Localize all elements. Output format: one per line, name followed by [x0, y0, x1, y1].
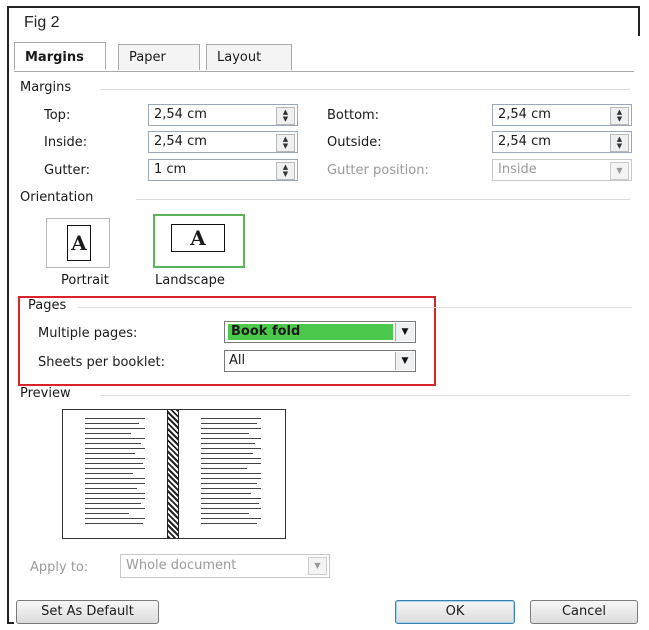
- chevron-down-icon[interactable]: ▼: [395, 352, 414, 370]
- portrait-option[interactable]: A: [46, 218, 110, 268]
- margins-section-title: Margins: [20, 80, 630, 95]
- portrait-label[interactable]: Portrait: [61, 273, 109, 288]
- multiple-pages-value: Book fold: [228, 324, 393, 340]
- cancel-button[interactable]: Cancel: [530, 600, 638, 624]
- tab-layout[interactable]: Layout: [206, 44, 292, 70]
- gutter-position-value: Inside: [498, 162, 537, 177]
- bottom-margin-value: 2,54 cm: [498, 107, 551, 122]
- margins-section-label: Margins: [20, 80, 72, 95]
- spin-arrows-icon[interactable]: ▲ ▼: [610, 107, 629, 125]
- tab-paper[interactable]: Paper: [118, 44, 200, 70]
- spin-arrows-icon[interactable]: ▲ ▼: [276, 162, 295, 180]
- chevron-down-icon[interactable]: ▼: [308, 557, 327, 575]
- gutter-position-select[interactable]: Inside ▼: [492, 159, 632, 181]
- figure-label: Fig 2: [24, 14, 60, 31]
- section-divider: [100, 395, 630, 396]
- section-divider: [136, 199, 630, 200]
- top-label: Top:: [44, 108, 71, 123]
- orientation-section-title: Orientation: [20, 190, 630, 205]
- chevron-down-icon[interactable]: ▼: [395, 323, 414, 341]
- section-divider: [78, 307, 632, 308]
- preview-section-label: Preview: [20, 386, 71, 401]
- gutter-label: Gutter:: [44, 163, 91, 178]
- apply-to-label: Apply to:: [30, 560, 89, 575]
- sheets-per-booklet-label: Sheets per booklet:: [38, 355, 165, 370]
- outside-label: Outside:: [327, 135, 382, 150]
- spin-arrows-icon[interactable]: ▲ ▼: [610, 134, 629, 152]
- ok-button[interactable]: OK: [395, 600, 515, 624]
- preview-section-title: Preview: [20, 386, 630, 401]
- inside-margin-value: 2,54 cm: [154, 134, 207, 149]
- chevron-down-icon[interactable]: ▼: [610, 162, 629, 180]
- portrait-page-icon: A: [67, 225, 91, 261]
- set-as-default-button[interactable]: Set As Default: [16, 600, 159, 624]
- gutter-spinner[interactable]: 1 cm ▲ ▼: [148, 159, 298, 181]
- gutter-position-label: Gutter position:: [327, 163, 429, 178]
- multiple-pages-select[interactable]: Book fold ▼: [224, 321, 416, 343]
- gutter-value: 1 cm: [154, 162, 187, 177]
- landscape-page-icon: A: [171, 224, 225, 252]
- section-divider: [100, 89, 630, 90]
- preview-right-page: [201, 418, 261, 528]
- apply-to-value: Whole document: [126, 558, 237, 573]
- apply-to-select[interactable]: Whole document ▼: [120, 554, 330, 578]
- inside-label: Inside:: [44, 135, 88, 150]
- tab-bar: Margins Paper Layout: [14, 42, 634, 72]
- multiple-pages-label: Multiple pages:: [38, 326, 138, 341]
- inside-margin-spinner[interactable]: 2,54 cm ▲ ▼: [148, 131, 298, 153]
- sheets-per-booklet-select[interactable]: All ▼: [224, 350, 416, 372]
- landscape-option[interactable]: A: [153, 214, 245, 268]
- bottom-label: Bottom:: [327, 108, 380, 123]
- tab-margins[interactable]: Margins: [14, 42, 106, 70]
- sheets-per-booklet-value: All: [229, 353, 246, 368]
- pages-section-title: Pages: [28, 298, 632, 313]
- bottom-margin-spinner[interactable]: 2,54 cm ▲ ▼: [492, 104, 632, 126]
- pages-section-label: Pages: [28, 298, 67, 313]
- landscape-label[interactable]: Landscape: [155, 273, 225, 288]
- outside-margin-value: 2,54 cm: [498, 134, 551, 149]
- spin-arrows-icon[interactable]: ▲ ▼: [276, 134, 295, 152]
- preview-left-page: [85, 418, 145, 528]
- top-margin-value: 2,54 cm: [154, 107, 207, 122]
- booklet-preview: [62, 409, 286, 539]
- spin-arrows-icon[interactable]: ▲ ▼: [276, 107, 295, 125]
- top-margin-spinner[interactable]: 2,54 cm ▲ ▼: [148, 104, 298, 126]
- orientation-section-label: Orientation: [20, 190, 94, 205]
- preview-spine: [167, 410, 179, 538]
- outside-margin-spinner[interactable]: 2,54 cm ▲ ▼: [492, 131, 632, 153]
